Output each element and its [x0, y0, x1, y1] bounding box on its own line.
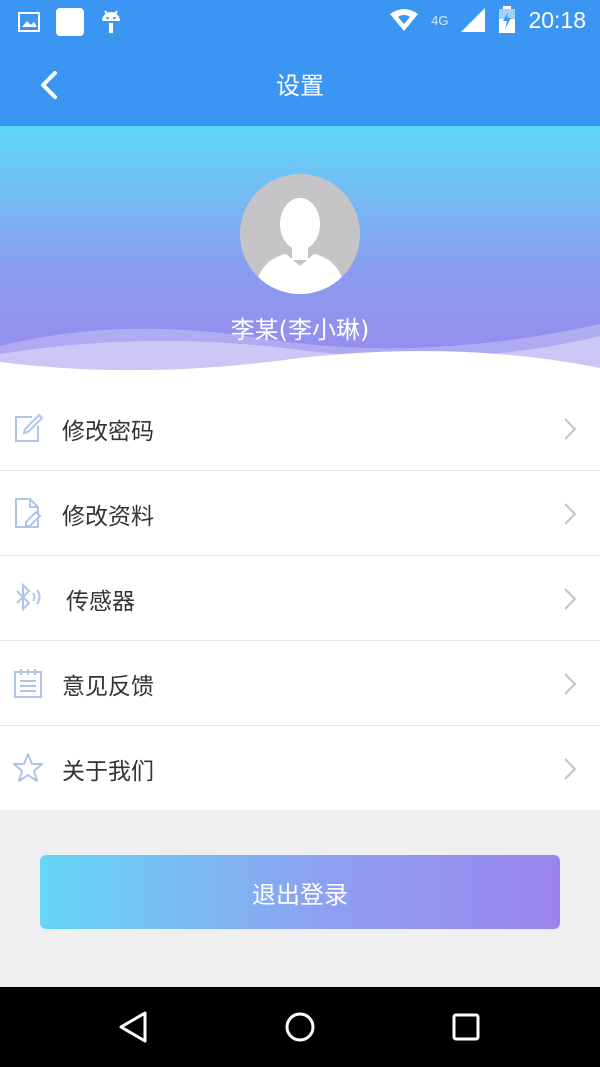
- back-triangle-icon[interactable]: [113, 1007, 153, 1047]
- menu-item-label: 传感器: [66, 589, 135, 615]
- profile-header: 李某(李小琳): [0, 126, 600, 386]
- wifi-icon: [390, 9, 419, 31]
- chevron-right-icon: [564, 418, 577, 440]
- document-edit-icon: [15, 498, 42, 528]
- chevron-right-icon: [564, 588, 577, 610]
- menu-item-label: 修改资料: [62, 504, 154, 530]
- edit-icon: [15, 413, 44, 442]
- menu-item-change-password[interactable]: 修改密码: [0, 386, 600, 471]
- menu-item-feedback[interactable]: 意见反馈: [0, 641, 600, 726]
- menu-item-sensor[interactable]: 传感器: [0, 556, 600, 641]
- system-nav-bar: [0, 987, 600, 1067]
- menu-item-label: 修改密码: [62, 419, 154, 445]
- android-icon: [102, 10, 120, 33]
- battery-charging-icon: [499, 6, 516, 33]
- image-icon: [18, 12, 40, 32]
- recents-square-icon[interactable]: [446, 1007, 486, 1047]
- app-bar: 设置: [0, 44, 600, 126]
- app-square-icon: [56, 8, 84, 36]
- chevron-right-icon: [564, 758, 577, 780]
- network-type: 4G: [431, 12, 449, 28]
- avatar[interactable]: [240, 174, 360, 294]
- notepad-icon: [14, 669, 42, 698]
- bluetooth-icon: [16, 582, 41, 612]
- status-bar: 4G 20:18: [0, 0, 600, 44]
- wave-decoration: [0, 324, 600, 386]
- settings-menu: 修改密码 修改资料 传感器 意见反馈 关于我们: [0, 386, 600, 810]
- menu-item-label: 意见反馈: [62, 674, 154, 700]
- menu-item-about-us[interactable]: 关于我们: [0, 726, 600, 810]
- menu-item-edit-profile[interactable]: 修改资料: [0, 471, 600, 556]
- person-silhouette-icon: [254, 198, 346, 294]
- logout-button[interactable]: 退出登录: [40, 855, 560, 929]
- notification-icons: [18, 8, 122, 36]
- menu-item-label: 关于我们: [62, 759, 154, 785]
- chevron-right-icon: [564, 673, 577, 695]
- signal-icon: [461, 8, 486, 32]
- home-circle-icon[interactable]: [280, 1007, 320, 1047]
- clock: 20:18: [528, 6, 586, 33]
- page-title: 设置: [276, 72, 324, 100]
- chevron-right-icon: [564, 503, 577, 525]
- star-icon: [13, 753, 43, 782]
- system-icons: 4G 20:18: [389, 6, 586, 34]
